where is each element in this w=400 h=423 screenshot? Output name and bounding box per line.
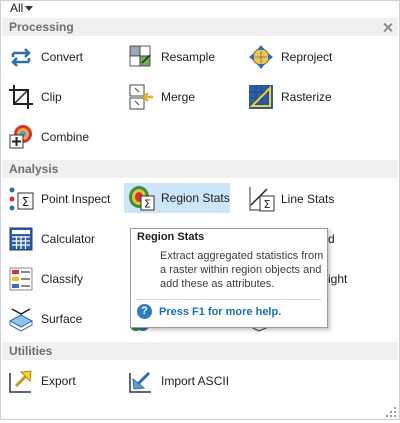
tool-label: Line Stats — [281, 192, 335, 206]
tool-reproject[interactable]: Reproject — [244, 42, 332, 72]
export-icon — [7, 367, 35, 395]
section-title: Analysis — [9, 162, 59, 176]
tool-label: Combine — [41, 130, 90, 144]
classify-icon — [7, 265, 35, 293]
rasterize-icon — [247, 83, 275, 111]
tool-label: Rasterize — [281, 90, 332, 104]
import-icon — [127, 367, 155, 395]
point-inspect-icon: Σ — [7, 185, 35, 213]
resample-icon — [127, 43, 155, 71]
chevron-down-icon — [25, 5, 34, 11]
tool-label: Region Stats — [161, 191, 230, 205]
tool-surface[interactable]: Surface — [4, 304, 82, 334]
reproject-icon — [247, 43, 275, 71]
tool-label: Merge — [161, 90, 196, 104]
clip-icon — [7, 83, 35, 111]
tool-label: Reproject — [281, 50, 333, 64]
filter-dropdown[interactable]: All — [10, 1, 34, 15]
tool-import-ascii[interactable]: Import ASCII — [124, 366, 229, 396]
surface-icon — [7, 305, 35, 333]
section-title: Utilities — [9, 344, 53, 358]
merge-icon — [127, 83, 155, 111]
tool-rasterize[interactable]: Rasterize — [244, 82, 332, 112]
tooltip-body: Extract aggregated statistics from a ras… — [160, 250, 324, 290]
tooltip-help-link[interactable]: Press F1 for more help. — [159, 306, 281, 318]
close-icon[interactable] — [384, 23, 392, 31]
tool-combine[interactable]: Combine — [4, 122, 89, 152]
tool-region-stats[interactable]: Σ Region Stats — [124, 183, 230, 213]
line-stats-icon: Σ — [247, 185, 275, 213]
calculator-icon — [7, 225, 35, 253]
svg-text:Σ: Σ — [144, 198, 151, 211]
tooltip-divider — [137, 299, 321, 300]
tool-label: Point Inspect — [41, 192, 111, 206]
tool-clip[interactable]: Clip — [4, 82, 62, 112]
tool-classify[interactable]: Classify — [4, 264, 83, 294]
tool-convert[interactable]: Convert — [4, 42, 83, 72]
tooltip-region-stats: Region Stats Extract aggregated statisti… — [130, 228, 328, 328]
convert-icon — [7, 43, 35, 71]
tool-merge[interactable]: Merge — [124, 82, 195, 112]
tool-label: Resample — [161, 50, 216, 64]
tooltip-help[interactable]: ? Press F1 for more help. — [137, 304, 281, 319]
tool-partial-right-1[interactable]: d — [327, 224, 335, 254]
toolbox-panel: All Processing Convert Resample Reprojec… — [0, 0, 400, 420]
section-processing-header[interactable]: Processing — [2, 18, 398, 36]
tool-label: Convert — [41, 50, 84, 64]
region-stats-icon: Σ — [127, 184, 155, 212]
tool-export[interactable]: Export — [4, 366, 76, 396]
combine-icon — [7, 123, 35, 151]
tool-label: Classify — [41, 272, 84, 286]
tool-label: Surface — [41, 312, 83, 326]
tool-label: d — [328, 232, 335, 246]
tool-calculator[interactable]: Calculator — [4, 224, 95, 254]
tool-resample[interactable]: Resample — [124, 42, 215, 72]
help-icon: ? — [137, 304, 152, 319]
tool-partial-right-2[interactable]: ight — [327, 264, 347, 294]
tool-label: Clip — [41, 90, 62, 104]
section-analysis-header[interactable]: Analysis — [2, 160, 398, 178]
resize-grip-icon[interactable] — [385, 405, 397, 417]
tool-point-inspect[interactable]: Σ Point Inspect — [4, 184, 110, 214]
tool-label: Calculator — [41, 232, 96, 246]
tool-label: Import ASCII — [161, 374, 230, 388]
tool-line-stats[interactable]: Σ Line Stats — [244, 184, 334, 214]
filter-value: All — [10, 1, 24, 15]
section-utilities-header[interactable]: Utilities — [2, 342, 398, 360]
tool-label: ight — [328, 272, 348, 286]
filter-bar: All — [1, 1, 399, 15]
tooltip-title: Region Stats — [137, 231, 205, 243]
svg-text:Σ: Σ — [22, 195, 30, 209]
svg-text:Σ: Σ — [264, 198, 271, 211]
tool-label: Export — [41, 374, 76, 388]
section-title: Processing — [9, 20, 74, 34]
